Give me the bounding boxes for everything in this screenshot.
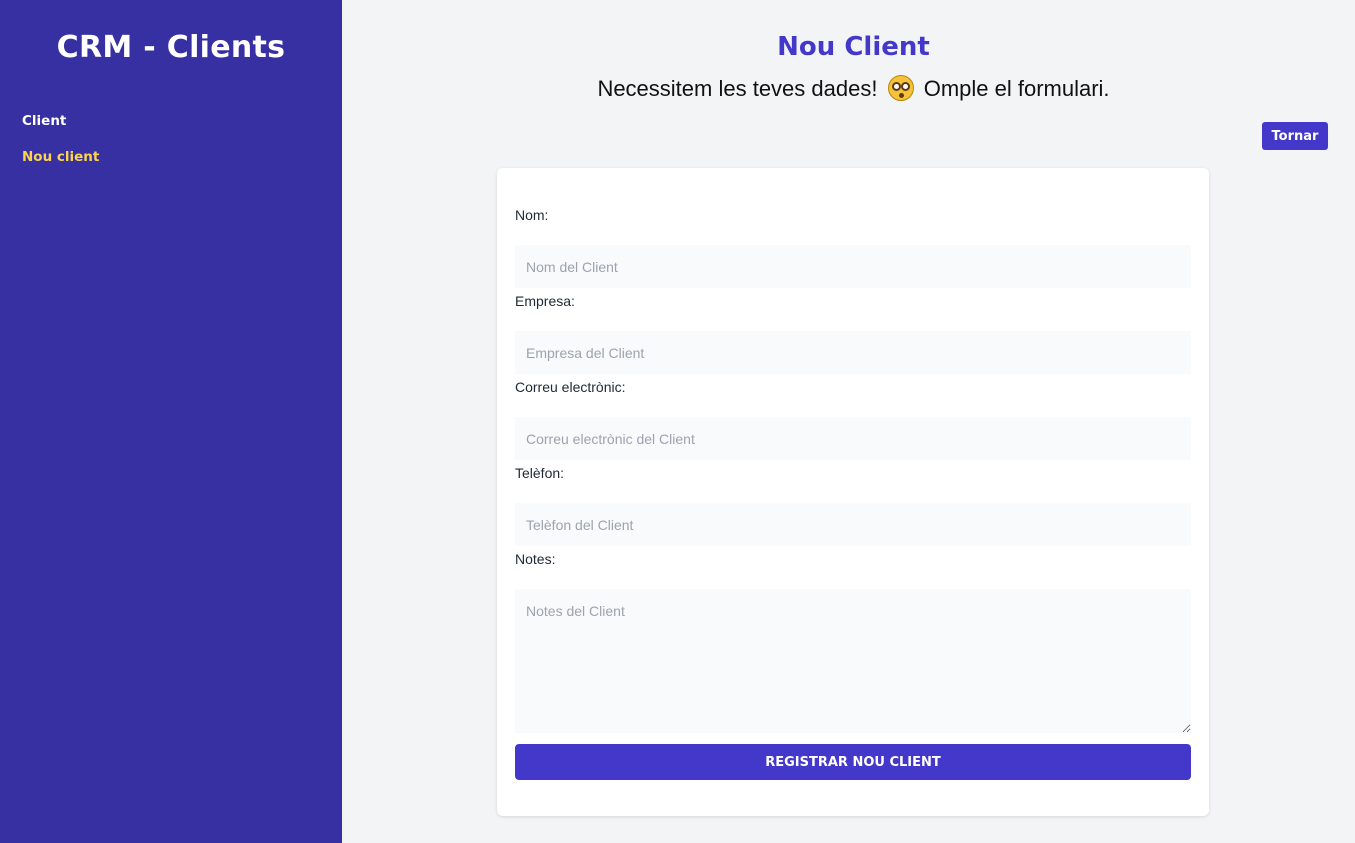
page-title: Nou Client [777,32,930,62]
field-notes: Notes: [515,551,1191,733]
email-input[interactable] [515,417,1191,460]
sidebar-item-nou-client[interactable]: Nou client [22,149,99,185]
notes-label: Notes: [515,551,556,567]
nom-input[interactable] [515,245,1191,288]
brand-title: CRM - Clients [56,30,286,65]
flushed-face-icon [887,75,914,101]
new-client-form: Nom: Empresa: Correu electrònic: Telèfon… [497,168,1209,816]
subtitle-text-before: Necessitem les teves dades! [597,76,878,101]
notes-textarea[interactable] [515,589,1191,733]
register-client-button[interactable]: Registrar nou client [515,744,1191,780]
field-email: Correu electrònic: [515,379,1191,460]
field-empresa: Empresa: [515,293,1191,374]
field-telefon: Telèfon: [515,465,1191,546]
sidebar: CRM - Clients Client Nou client [0,0,342,843]
sidebar-item-client[interactable]: Client [22,113,99,149]
page-subtitle: Necessitem les teves dades! Omple el for… [342,75,1355,102]
nom-label: Nom: [515,207,549,223]
empresa-label: Empresa: [515,293,575,309]
email-label: Correu electrònic: [515,379,626,395]
subtitle-text-after: Omple el formulari. [923,76,1110,101]
telefon-input[interactable] [515,503,1191,546]
back-button[interactable]: Tornar [1262,122,1328,150]
main-content: Nou Client Necessitem les teves dades! O… [342,0,1355,843]
field-nom: Nom: [515,207,1191,288]
empresa-input[interactable] [515,331,1191,374]
telefon-label: Telèfon: [515,465,565,481]
sidebar-nav: Client Nou client [22,113,99,185]
